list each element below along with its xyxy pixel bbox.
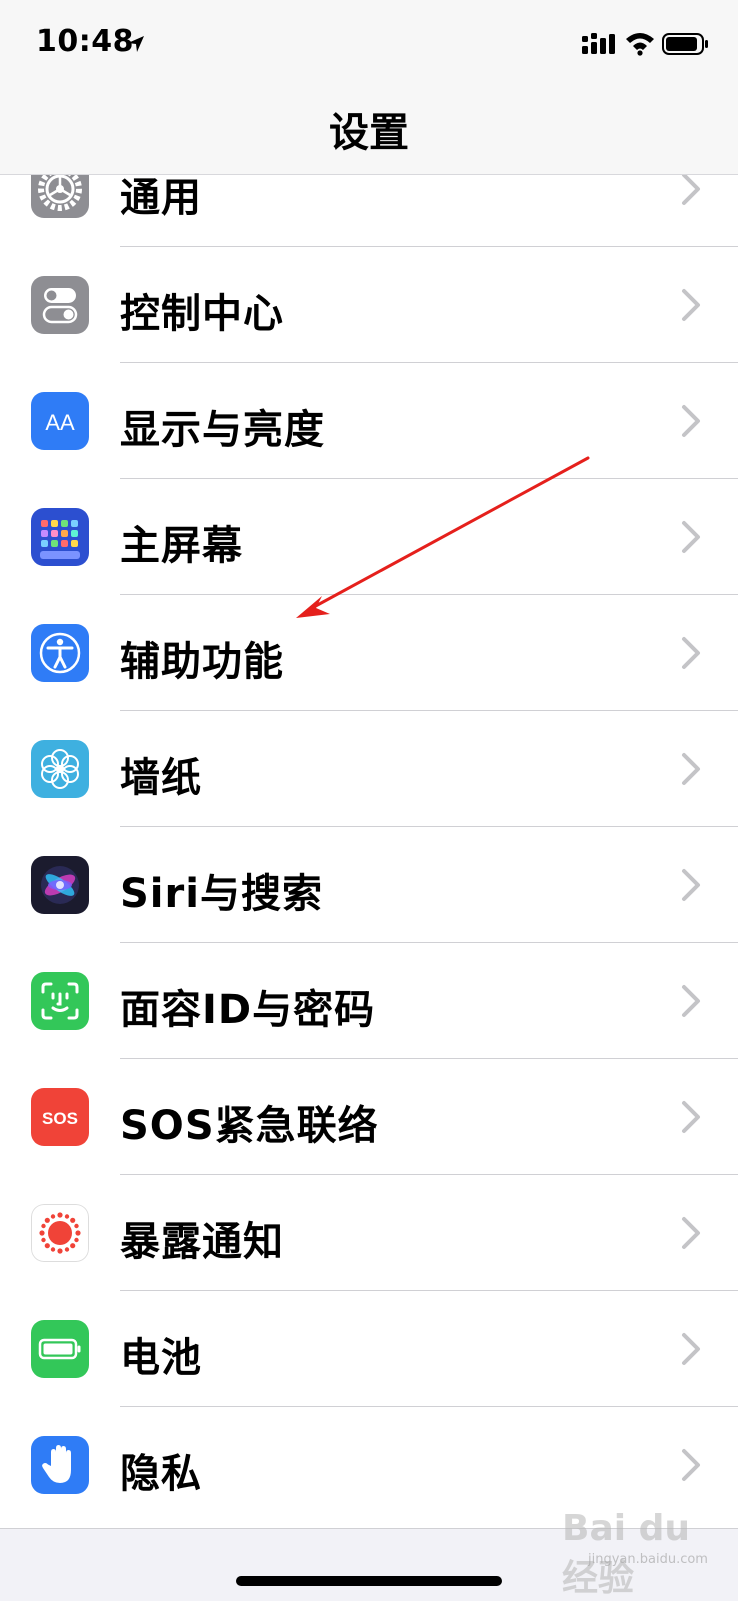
toggle-icon — [31, 276, 89, 334]
accessibility-icon — [31, 624, 89, 682]
sos-icon-label: SOS — [42, 1109, 78, 1128]
settings-row-siri-search[interactable]: Siri与搜索 — [0, 827, 738, 943]
cellular-signal-icon — [582, 33, 615, 54]
settings-row-control-center[interactable]: 控制中心 — [0, 247, 738, 363]
status-time: 10:48 — [36, 24, 134, 59]
settings-row-home-screen[interactable]: 主屏幕 — [0, 479, 738, 595]
chevron-right-icon — [682, 405, 700, 437]
settings-row-label: 主屏幕 — [120, 523, 243, 569]
status-bar: 10:48 — [0, 0, 738, 90]
settings-row-label: 显示与亮度 — [120, 407, 325, 453]
settings-row-display-brightness[interactable]: AA 显示与亮度 — [0, 363, 738, 479]
chevron-right-icon — [682, 521, 700, 553]
chevron-right-icon — [682, 1449, 700, 1481]
chevron-right-icon — [682, 985, 700, 1017]
chevron-right-icon — [682, 289, 700, 321]
settings-row-label: 面容ID与密码 — [120, 987, 376, 1033]
face-id-icon — [31, 972, 89, 1030]
exposure-icon — [31, 1204, 89, 1262]
wifi-icon — [626, 33, 654, 56]
settings-row-label: 隐私 — [120, 1451, 202, 1497]
settings-row-label: 电池 — [120, 1335, 202, 1381]
settings-row-emergency-sos[interactable]: SOS SOS紧急联络 — [0, 1059, 738, 1175]
settings-row-label: SOS紧急联络 — [120, 1103, 379, 1149]
chevron-right-icon — [682, 753, 700, 785]
siri-icon — [31, 856, 89, 914]
chevron-right-icon — [682, 1333, 700, 1365]
settings-row-wallpaper[interactable]: 墙纸 — [0, 711, 738, 827]
settings-row-battery[interactable]: 电池 — [0, 1291, 738, 1407]
settings-row-face-id-passcode[interactable]: 面容ID与密码 — [0, 943, 738, 1059]
settings-row-label: Siri与搜索 — [120, 871, 323, 917]
battery-status-icon — [662, 33, 708, 55]
battery-icon — [31, 1320, 89, 1378]
chevron-right-icon — [682, 1101, 700, 1133]
settings-row-accessibility[interactable]: 辅助功能 — [0, 595, 738, 711]
settings-row-label: 控制中心 — [120, 291, 284, 337]
settings-row-label: 暴露通知 — [120, 1219, 284, 1265]
settings-row-privacy[interactable]: 隐私 — [0, 1407, 738, 1523]
chevron-right-icon — [682, 1217, 700, 1249]
flower-icon — [31, 740, 89, 798]
location-arrow-icon — [128, 36, 144, 52]
settings-list[interactable]: 通用 控制中心 AA 显示与亮度 主屏幕 辅助功能 墙纸 Siri与搜索 面容I… — [0, 131, 738, 1523]
settings-row-exposure-notifications[interactable]: 暴露通知 — [0, 1175, 738, 1291]
navigation-bar: 设置 — [0, 90, 738, 175]
hand-icon — [31, 1436, 89, 1494]
settings-row-label: 辅助功能 — [120, 639, 284, 685]
text-size-icon-label: AA — [45, 410, 75, 435]
home-indicator[interactable] — [236, 1576, 502, 1586]
watermark-url: jingyan.baidu.com — [588, 1552, 708, 1567]
settings-row-label: 墙纸 — [120, 755, 202, 801]
page-title: 设置 — [329, 110, 409, 156]
chevron-right-icon — [682, 869, 700, 901]
chevron-right-icon — [682, 173, 700, 205]
text-size-icon: AA — [31, 392, 89, 450]
sos-icon: SOS — [31, 1088, 89, 1146]
chevron-right-icon — [682, 637, 700, 669]
app-grid-icon — [31, 508, 89, 566]
